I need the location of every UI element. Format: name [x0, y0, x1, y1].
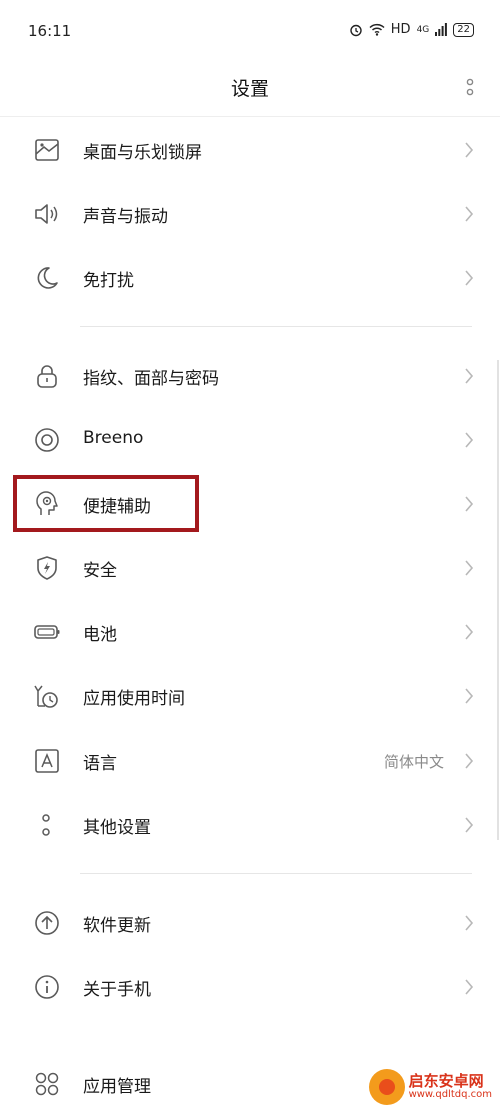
- settings-item-label: 免打扰: [83, 271, 134, 291]
- wifi-icon: [369, 23, 385, 36]
- chevron-right-icon: [465, 142, 474, 158]
- chevron-right-icon: [465, 206, 474, 222]
- chevron-right-icon: [465, 560, 474, 576]
- page-title: 设置: [230, 78, 269, 100]
- settings-item-battery[interactable]: 电池: [0, 600, 500, 664]
- apps-icon: [35, 1072, 59, 1096]
- settings-item-label: 应用使用时间: [83, 689, 185, 709]
- chevron-right-icon: [465, 432, 474, 448]
- watermark-text: 启东安卓网 www.qdltdq.com: [408, 1071, 492, 1100]
- section-divider: [80, 873, 472, 874]
- arrow-up-icon: [35, 911, 59, 935]
- watermark-url: www.qdltdq.com: [408, 1088, 492, 1100]
- settings-item-other-settings[interactable]: 其他设置: [0, 793, 500, 857]
- settings-item-label: 软件更新: [83, 916, 151, 936]
- settings-item-label: 语言: [83, 754, 117, 774]
- settings-item-about-phone[interactable]: 关于手机: [0, 955, 500, 1019]
- settings-item-security-lock[interactable]: 指纹、面部与密码: [0, 344, 500, 408]
- settings-item-screen-time[interactable]: 应用使用时间: [0, 664, 500, 728]
- settings-item-label: Breeno: [83, 428, 144, 448]
- chevron-right-icon: [465, 270, 474, 286]
- chevron-right-icon: [465, 688, 474, 704]
- watermark-title: 启东安卓网: [408, 1071, 484, 1090]
- settings-item-label: 安全: [83, 561, 117, 581]
- chevron-right-icon: [465, 368, 474, 384]
- settings-item-software-update[interactable]: 软件更新: [0, 891, 500, 955]
- lock-icon: [37, 365, 57, 388]
- chevron-right-icon: [465, 915, 474, 931]
- chevron-right-icon: [465, 979, 474, 995]
- signal-label: 4G: [416, 24, 430, 35]
- settings-item-wallpaper[interactable]: 桌面与乐划锁屏: [0, 118, 500, 182]
- network-label: HD: [390, 22, 411, 37]
- scrollbar[interactable]: [497, 360, 499, 840]
- speaker-icon: [35, 204, 58, 224]
- moon-icon: [37, 267, 58, 289]
- chevron-right-icon: [465, 496, 474, 512]
- chevron-right-icon: [465, 817, 474, 833]
- settings-item-label: 电池: [83, 625, 117, 645]
- settings-item-dnd[interactable]: 免打扰: [0, 246, 500, 310]
- status-time: 16:11: [28, 22, 72, 40]
- signal-icon: [435, 23, 448, 36]
- section-divider: [80, 326, 472, 327]
- more-options-icon[interactable]: [464, 76, 476, 100]
- language-value: 简体中文: [383, 753, 444, 771]
- more-vertical-icon: [42, 814, 50, 836]
- shield-icon: [37, 556, 57, 580]
- chevron-right-icon: [465, 624, 474, 640]
- highlight-box: [13, 475, 199, 532]
- clock-icon: [34, 685, 58, 708]
- settings-item-label: 关于手机: [83, 980, 151, 1000]
- settings-item-security[interactable]: 安全: [0, 536, 500, 600]
- settings-item-label: 其他设置: [83, 818, 151, 838]
- status-bar: 16:11 HD 4G 22: [0, 0, 500, 60]
- battery-indicator: 22: [453, 22, 474, 37]
- watermark: 启东安卓网 www.qdltdq.com: [368, 1069, 492, 1105]
- settings-item-label: 声音与振动: [83, 207, 168, 227]
- battery-icon: [34, 625, 60, 639]
- settings-item-language[interactable]: 语言 简体中文: [0, 729, 500, 793]
- settings-item-sound[interactable]: 声音与振动: [0, 182, 500, 246]
- settings-item-breeno[interactable]: Breeno: [0, 408, 500, 472]
- settings-item-label: 应用管理: [83, 1077, 151, 1097]
- watermark-logo-icon: [368, 1069, 405, 1105]
- language-icon: [35, 749, 59, 773]
- breeno-icon: [35, 428, 59, 452]
- settings-item-label: 桌面与乐划锁屏: [83, 143, 202, 163]
- chevron-right-icon: [465, 753, 474, 769]
- info-icon: [35, 975, 59, 999]
- wallpaper-icon: [35, 139, 59, 161]
- status-icons: HD 4G 22: [349, 22, 474, 37]
- alarm-icon: [350, 24, 362, 36]
- app-header: 设置: [0, 60, 500, 117]
- settings-item-label: 指纹、面部与密码: [83, 369, 219, 389]
